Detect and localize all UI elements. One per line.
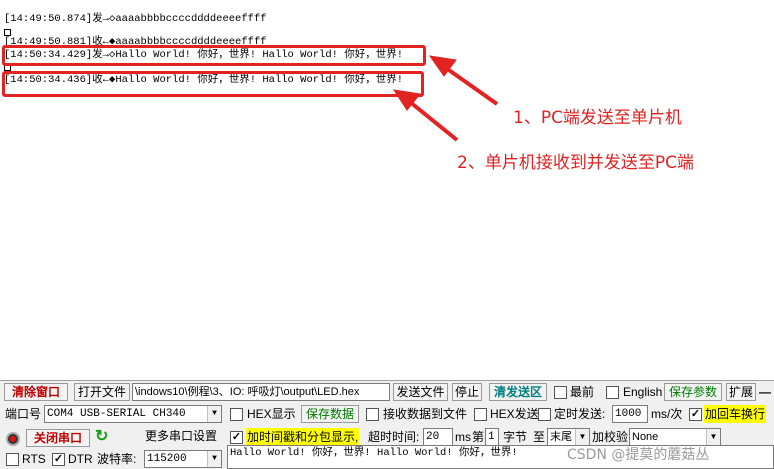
chevron-down-icon: ▼ bbox=[207, 406, 221, 422]
timeout-input[interactable]: 20 bbox=[423, 428, 453, 446]
hex-display-checkbox[interactable] bbox=[230, 408, 243, 421]
front-label: 最前 bbox=[570, 385, 595, 399]
open-file-button[interactable]: 打开文件 bbox=[74, 383, 130, 401]
refresh-icon[interactable]: ↻ bbox=[95, 429, 111, 445]
dtr-label: DTR bbox=[68, 452, 93, 466]
checksum-value: None bbox=[632, 431, 659, 443]
to-label: 至 bbox=[533, 430, 546, 444]
send-file-button[interactable]: 发送文件 bbox=[393, 383, 448, 401]
clear-send-button[interactable]: 清发送区 bbox=[489, 383, 547, 401]
save-data-button[interactable]: 保存数据 bbox=[301, 405, 359, 423]
send-text: Hallo World! 你好，世界! Hallo World! 你好，世界! bbox=[230, 447, 518, 459]
baud-value: 115200 bbox=[147, 453, 187, 465]
clear-window-button[interactable]: 清除窗口 bbox=[4, 383, 68, 401]
end-value: 末尾 bbox=[550, 431, 572, 443]
crlf-checkbox[interactable]: ✓ bbox=[689, 408, 702, 421]
annotation-arrows bbox=[392, 55, 499, 142]
hex-send-checkbox[interactable] bbox=[474, 408, 487, 421]
timestamp-checkbox[interactable]: ✓ bbox=[230, 431, 243, 444]
port-value: COM4 USB-SERIAL CH340 bbox=[47, 408, 186, 420]
hex-display-label: HEX显示 bbox=[247, 407, 296, 421]
english-checkbox[interactable] bbox=[606, 386, 619, 399]
port-select[interactable]: COM4 USB-SERIAL CH340 ▼ bbox=[44, 405, 222, 423]
byte-index-input[interactable]: 1 bbox=[485, 428, 499, 446]
hex-send-label: HEX发送 bbox=[490, 407, 539, 421]
byte-label: 字节 bbox=[503, 430, 528, 444]
annotation-pc-send: 1、PC端发送至单片机 bbox=[513, 108, 682, 128]
baud-label: 波特率: bbox=[97, 452, 137, 466]
nth-label: 第 bbox=[472, 430, 485, 444]
receive-to-file-label: 接收数据到文件 bbox=[383, 407, 468, 421]
timed-send-checkbox[interactable] bbox=[538, 408, 551, 421]
close-port-button[interactable]: 关闭串口 bbox=[26, 429, 90, 447]
crlf-label: 加回车换行 bbox=[704, 405, 767, 423]
watermark: CSDN @提莫的蘑菇丛 bbox=[567, 447, 710, 463]
interval-unit: ms/次 bbox=[651, 407, 683, 421]
arrow-2 bbox=[408, 100, 459, 142]
chevron-down-icon: ▼ bbox=[706, 429, 720, 445]
chevron-down-icon: ▼ bbox=[207, 451, 221, 467]
rts-label: RTS bbox=[22, 452, 46, 466]
port-label: 端口号 bbox=[5, 407, 42, 421]
file-path-field[interactable]: \indows10\例程\3、IO: 呼吸灯\output\LED.hex bbox=[132, 383, 390, 401]
minimize-button[interactable]: — bbox=[759, 383, 771, 401]
baud-select[interactable]: 115200 ▼ bbox=[144, 450, 222, 468]
rts-checkbox[interactable] bbox=[6, 453, 19, 466]
interval-input[interactable]: 1000 bbox=[612, 405, 648, 423]
record-icon[interactable] bbox=[6, 432, 20, 446]
front-checkbox[interactable] bbox=[554, 386, 567, 399]
timeout-unit: ms bbox=[455, 430, 471, 444]
timed-send-label: 定时发送: bbox=[554, 407, 606, 421]
arrow-1 bbox=[444, 66, 499, 106]
annotation-mcu-echo: 2、单片机接收到并发送至PC端 bbox=[457, 153, 694, 173]
receive-to-file-checkbox[interactable] bbox=[366, 408, 379, 421]
dtr-checkbox[interactable]: ✓ bbox=[52, 453, 65, 466]
timestamp-label: 加时间戳和分包显示, bbox=[246, 428, 360, 446]
english-label: English bbox=[623, 385, 663, 399]
more-settings-link[interactable]: 更多串口设置 bbox=[145, 427, 217, 445]
timeout-label: 超时时间: bbox=[368, 430, 420, 444]
expand-button[interactable]: 扩展 bbox=[726, 383, 756, 401]
save-params-button[interactable]: 保存参数 bbox=[664, 383, 722, 401]
chevron-down-icon: ▼ bbox=[575, 429, 589, 445]
stop-button[interactable]: 停止 bbox=[452, 383, 482, 401]
